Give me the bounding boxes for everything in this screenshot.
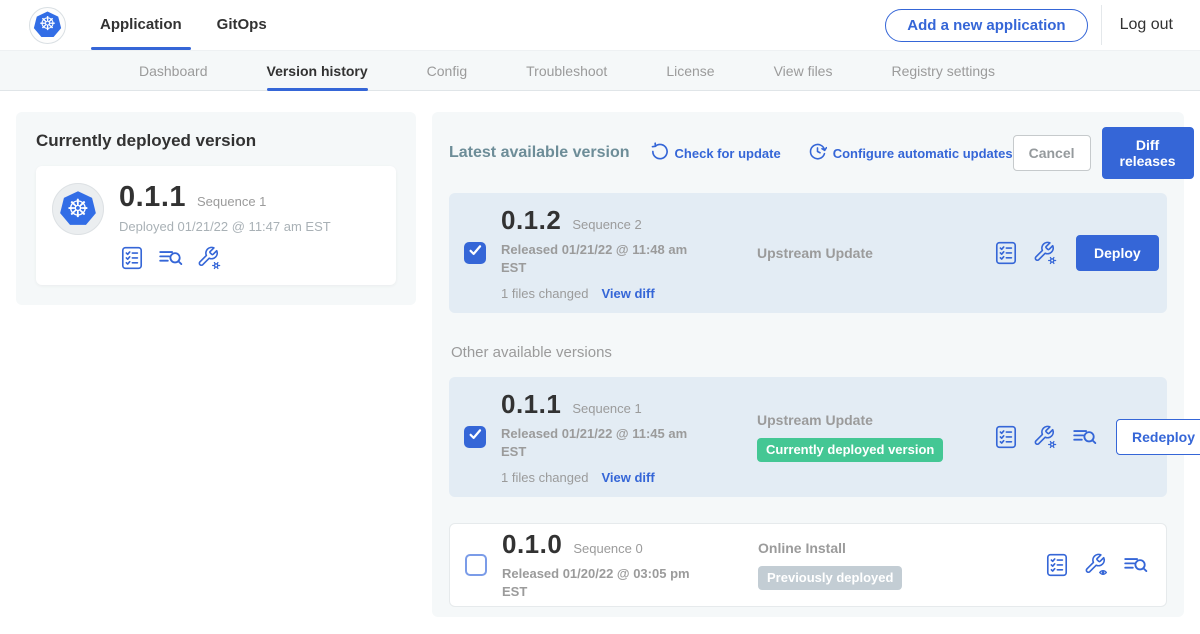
subnav-view-files[interactable]: View files bbox=[774, 51, 833, 91]
deployed-sequence: Sequence 1 bbox=[197, 194, 266, 209]
subnav-troubleshoot[interactable]: Troubleshoot bbox=[526, 51, 607, 91]
version-row-0.1.0: 0.1.0 Sequence 0 Released 01/20/22 @ 03:… bbox=[449, 523, 1167, 607]
version-source: Online Install bbox=[758, 540, 994, 556]
cancel-button[interactable]: Cancel bbox=[1013, 135, 1091, 171]
main-content: Currently deployed version ☸ 0.1.1 Seque… bbox=[0, 91, 1200, 634]
version-sequence: Sequence 2 bbox=[572, 217, 641, 232]
view-diff-link[interactable]: View diff bbox=[601, 286, 654, 301]
refresh-icon bbox=[650, 142, 669, 164]
deploy-button[interactable]: Deploy bbox=[1076, 235, 1159, 271]
released-timestamp: Released 01/21/22 @ 11:48 am EST bbox=[501, 241, 693, 277]
diff-releases-button[interactable]: Diff releases bbox=[1102, 127, 1194, 179]
version-sequence: Sequence 1 bbox=[572, 401, 641, 416]
kubernetes-logo-icon: ☸ bbox=[59, 191, 97, 228]
subnav-license[interactable]: License bbox=[666, 51, 714, 91]
deployed-version-card: ☸ 0.1.1 Sequence 1 Deployed 01/21/22 @ 1… bbox=[36, 166, 396, 285]
configure-automatic-updates-link[interactable]: Configure automatic updates bbox=[808, 142, 1013, 164]
add-new-application-button[interactable]: Add a new application bbox=[885, 9, 1087, 42]
version-source: Upstream Update bbox=[757, 412, 993, 428]
version-row-0.1.2: 0.1.2 Sequence 2 Released 01/21/22 @ 11:… bbox=[449, 193, 1167, 313]
top-navigation: ☸ Application GitOps Add a new applicati… bbox=[0, 0, 1200, 50]
view-logs-icon[interactable] bbox=[1071, 424, 1098, 450]
files-changed-label: 1 files changed bbox=[501, 470, 588, 485]
version-checkbox[interactable] bbox=[464, 242, 486, 264]
app-sub-navigation: Dashboard Version history Config Trouble… bbox=[0, 50, 1200, 91]
latest-available-title: Latest available version bbox=[449, 144, 630, 162]
other-versions-title: Other available versions bbox=[451, 344, 1167, 361]
schedule-update-icon bbox=[808, 142, 827, 164]
files-changed-label: 1 files changed bbox=[501, 286, 588, 301]
currently-deployed-panel: Currently deployed version ☸ 0.1.1 Seque… bbox=[16, 112, 416, 305]
tab-application[interactable]: Application bbox=[100, 0, 182, 50]
subnav-config[interactable]: Config bbox=[427, 51, 467, 91]
edit-config-icon[interactable] bbox=[196, 245, 222, 271]
check-for-update-link[interactable]: Check for update bbox=[650, 142, 781, 164]
previously-deployed-badge: Previously deployed bbox=[758, 566, 902, 590]
version-sequence: Sequence 0 bbox=[573, 541, 642, 556]
currently-deployed-badge: Currently deployed version bbox=[757, 438, 943, 462]
edit-config-icon[interactable] bbox=[1032, 240, 1058, 266]
edit-config-icon[interactable] bbox=[1032, 424, 1058, 450]
app-logo: ☸ bbox=[29, 7, 66, 44]
view-config-icon[interactable] bbox=[1083, 552, 1109, 578]
logout-button[interactable]: Log out bbox=[1102, 16, 1200, 34]
view-logs-icon[interactable] bbox=[157, 245, 184, 271]
version-checkbox[interactable] bbox=[465, 554, 487, 576]
version-number: 0.1.2 bbox=[501, 205, 561, 236]
deployed-timestamp: Deployed 01/21/22 @ 11:47 am EST bbox=[119, 219, 331, 234]
preflight-checklist-icon[interactable] bbox=[993, 424, 1019, 450]
view-logs-icon[interactable] bbox=[1122, 552, 1149, 578]
version-checkbox[interactable] bbox=[464, 426, 486, 448]
version-number: 0.1.1 bbox=[501, 389, 561, 420]
preflight-checklist-icon[interactable] bbox=[993, 240, 1019, 266]
version-number: 0.1.0 bbox=[502, 529, 562, 560]
subnav-version-history[interactable]: Version history bbox=[267, 51, 368, 91]
deployed-panel-title: Currently deployed version bbox=[36, 131, 396, 151]
version-source: Upstream Update bbox=[757, 245, 993, 261]
subnav-registry-settings[interactable]: Registry settings bbox=[891, 51, 994, 91]
preflight-checklist-icon[interactable] bbox=[1044, 552, 1070, 578]
released-timestamp: Released 01/20/22 @ 03:05 pm EST bbox=[502, 565, 694, 601]
kubernetes-logo-icon: ☸ bbox=[33, 11, 62, 39]
view-diff-link[interactable]: View diff bbox=[601, 470, 654, 485]
deployed-app-logo: ☸ bbox=[52, 183, 104, 235]
subnav-dashboard[interactable]: Dashboard bbox=[139, 51, 208, 91]
version-row-0.1.1: 0.1.1 Sequence 1 Released 01/21/22 @ 11:… bbox=[449, 377, 1167, 497]
deployed-version-number: 0.1.1 bbox=[119, 181, 186, 214]
preflight-checklist-icon[interactable] bbox=[119, 245, 145, 271]
redeploy-button[interactable]: Redeploy bbox=[1116, 419, 1200, 455]
released-timestamp: Released 01/21/22 @ 11:45 am EST bbox=[501, 425, 693, 461]
version-history-panel: Latest available version Check for updat… bbox=[432, 112, 1184, 617]
tab-gitops[interactable]: GitOps bbox=[217, 0, 267, 50]
